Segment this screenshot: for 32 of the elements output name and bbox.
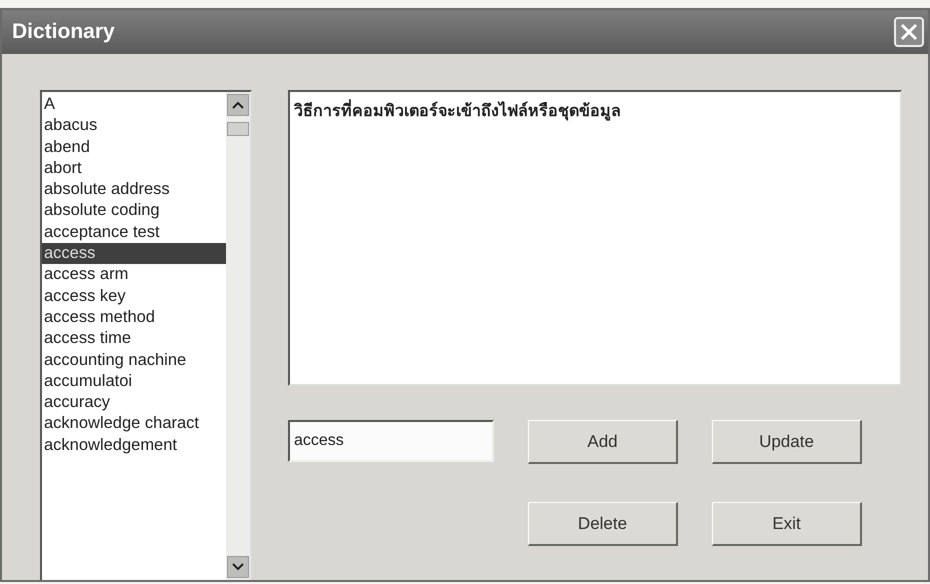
scroll-up-button[interactable] bbox=[227, 94, 249, 116]
list-item[interactable]: access key bbox=[42, 286, 226, 307]
list-item[interactable]: abacus bbox=[42, 115, 226, 137]
list-item[interactable]: absolute address bbox=[42, 179, 226, 200]
list-item[interactable]: absolute coding bbox=[42, 200, 226, 222]
list-item[interactable]: access method bbox=[42, 306, 226, 328]
definition-text: วิธีการที่คอมพิวเตอร์จะเข้าถึงไฟล์หรือชุดข้อมูล bbox=[288, 90, 902, 386]
update-button[interactable]: Update bbox=[712, 420, 862, 464]
delete-button[interactable]: Delete bbox=[528, 502, 678, 546]
close-button[interactable] bbox=[894, 17, 924, 47]
exit-button[interactable]: Exit bbox=[712, 502, 862, 546]
list-item[interactable]: abort bbox=[42, 158, 226, 180]
list-item[interactable]: accumulatoi bbox=[42, 370, 226, 392]
window-title: Dictionary bbox=[12, 20, 115, 44]
list-item[interactable]: accuracy bbox=[42, 392, 226, 414]
list-item[interactable]: access bbox=[42, 243, 226, 264]
caret-up-icon bbox=[232, 101, 244, 109]
caret-down-icon bbox=[232, 563, 244, 571]
scroll-down-button[interactable] bbox=[227, 556, 249, 578]
list-item[interactable]: accounting nachine bbox=[42, 350, 226, 371]
list-item[interactable]: acceptance test bbox=[42, 222, 226, 244]
list-item[interactable]: acknowledgement bbox=[42, 434, 226, 456]
close-icon bbox=[899, 22, 919, 42]
scrollbar[interactable] bbox=[226, 92, 250, 580]
add-button[interactable]: Add bbox=[528, 420, 678, 464]
list-item[interactable]: A bbox=[42, 94, 226, 116]
list-item[interactable]: access arm bbox=[42, 264, 226, 286]
list-item[interactable]: abend bbox=[42, 136, 226, 158]
word-input-field[interactable]: access bbox=[288, 420, 494, 462]
list-item[interactable]: access time bbox=[42, 328, 226, 350]
scroll-thumb[interactable] bbox=[227, 122, 249, 136]
list-item[interactable]: acknowledge charact bbox=[42, 413, 226, 435]
